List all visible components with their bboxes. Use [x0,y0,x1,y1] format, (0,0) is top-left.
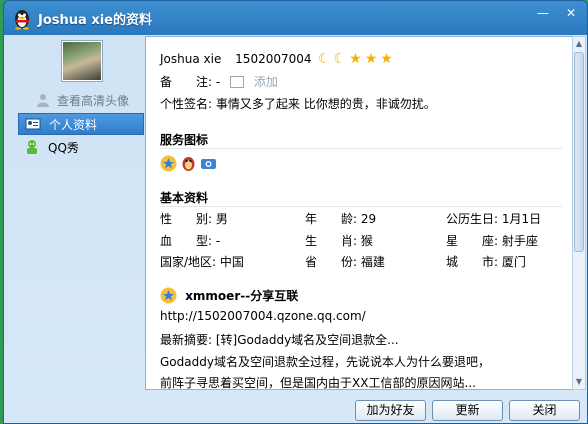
nickname: Joshua xie [160,52,222,66]
qzone-latest-summary[interactable]: 最新摘要: [转]Godaddy域名及空间退款全... [160,331,399,348]
signature-row: 个性签名: 事情又多了起来 比你想的贵，非诚勿扰。 [160,95,436,112]
signature-label: 个性签名: [160,97,213,111]
person-silhouette-icon [37,94,49,107]
sidebar-item-label: QQ秀 [48,140,79,155]
qzone-excerpt-line: Godaddy域名及空间退款全过程，先说说本人为什么要退吧， [160,355,490,369]
sidebar-item-profile[interactable]: 个人资料 [18,113,144,135]
remark-row: 备 注: - 添加 [160,73,278,90]
scrollbar-thumb[interactable] [574,52,584,252]
avatar[interactable] [61,40,103,82]
qzone-title: xmmoer--分享互联 [185,289,299,303]
scroll-down-arrow-icon[interactable]: ▼ [574,377,584,387]
sidebar-item-label: 个人资料 [49,117,98,132]
qq-pet-icon[interactable] [180,155,197,172]
divider [160,148,562,149]
star-icon: ★ [349,51,362,67]
close-button[interactable]: 关闭 [509,400,580,421]
add-friend-button[interactable]: 加为好友 [355,400,426,421]
edit-icon[interactable] [230,76,245,88]
gender-field: 性 别: 男 [160,212,228,226]
refresh-button[interactable]: 更新 [432,400,503,421]
scroll-up-arrow-icon[interactable]: ▲ [574,39,584,49]
minimize-button[interactable]: — [536,7,550,19]
zodiac-field: 生 肖: 猴 [305,234,373,248]
signature-text: 事情又多了起来 比你想的贵，非诚勿扰。 [215,97,436,111]
view-hd-avatar-link[interactable]: 查看高清头像 [35,91,129,109]
title-bar[interactable]: Joshua xie的资料 — ✕ [4,1,587,35]
name-row: Joshua xie 1502007004 [160,52,312,66]
qqshow-icon [27,140,37,154]
profile-card-icon [25,118,41,130]
divider [160,206,562,207]
sidebar-item-qqshow[interactable]: QQ秀 [18,136,144,158]
service-icons [160,155,217,172]
qq-level-icons[interactable]: ☾ ☾ ★ ★ ★ [318,51,393,67]
star-icon: ★ [380,51,393,67]
star-icon: ★ [364,51,378,67]
left-panel: 查看高清头像 个人资料 QQ秀 [9,36,144,391]
qzone-title-row[interactable]: xmmoer--分享互联 [160,287,298,304]
city-field: 城 市: 厦门 [446,255,526,269]
qzone-star-icon[interactable] [160,155,177,172]
blood-type-field: 血 型: - [160,234,221,248]
country-field: 国家/地区: 中国 [160,255,244,269]
birthday-field: 公历生日: 1月1日 [446,212,542,226]
constellation-field: 星 座: 射手座 [446,234,538,248]
age-field: 年 龄: 29 [305,212,377,226]
add-remark-link[interactable]: 添加 [254,75,278,89]
view-hd-avatar-label: 查看高清头像 [57,93,130,108]
qq-penguin-icon [15,10,29,30]
service-icons-title: 服务图标 [160,133,209,147]
basic-info-title: 基本资料 [160,191,209,205]
moon-icon: ☾ [318,51,331,67]
qq-number: 1502007004 [235,52,312,66]
profile-content-panel: Joshua xie 1502007004 ☾ ☾ ★ ★ ★ 备 注: - 添… [145,36,575,390]
moon-icon: ☾ [333,51,347,67]
qzone-star-icon [160,287,177,304]
province-field: 省 份: 福建 [305,255,385,269]
camera-icon[interactable] [200,155,217,172]
remark-label: 备 注: - [160,75,221,89]
window-title: Joshua xie的资料 [38,13,152,28]
qzone-excerpt-line: 前阵子寻思着买空间，但是国内由于XX工信部的原因网站... [160,376,476,390]
close-window-button[interactable]: ✕ [564,7,578,19]
content-scrollbar[interactable]: ▲ ▼ [572,36,586,390]
qzone-url-link[interactable]: http://1502007004.qzone.qq.com/ [160,309,366,323]
